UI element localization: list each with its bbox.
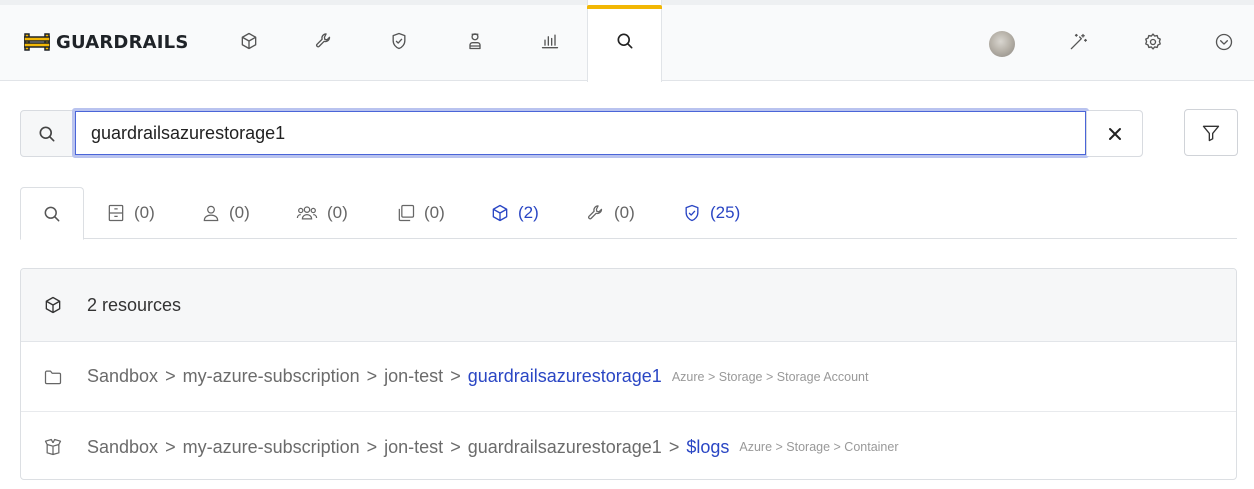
tab-count: (0) [327, 203, 348, 222]
brand[interactable]: GUARDRAILS [24, 31, 189, 53]
top-nav: GUARDRAILS [0, 0, 1254, 82]
open-box-icon [44, 438, 62, 456]
bar-chart-icon [541, 34, 558, 48]
tab-groups[interactable]: (0) [295, 187, 348, 239]
breadcrumb-item[interactable]: jon-test [384, 366, 443, 386]
person-icon [468, 32, 481, 49]
tab-resources[interactable]: (2) [490, 187, 539, 239]
folder-icon [44, 370, 62, 384]
filter-icon [1202, 125, 1220, 141]
clear-search-button[interactable] [1086, 111, 1142, 156]
shield-check-icon [392, 32, 405, 49]
list-item[interactable]: Sandbox > my-azure-subscription > jon-test > g… [21, 342, 1236, 412]
filter-button[interactable] [1184, 109, 1238, 156]
nav-policies[interactable] [361, 0, 436, 81]
avatar[interactable] [989, 31, 1015, 57]
filing-cabinet-icon [108, 204, 124, 222]
search-bar [20, 108, 1143, 158]
tab-all[interactable] [20, 187, 84, 240]
search-icon [21, 111, 73, 156]
search-icon [617, 33, 632, 49]
user-icon [203, 205, 219, 222]
list-item[interactable]: Sandbox > my-azure-subscription > jon-test > g… [21, 412, 1236, 479]
shield-check-icon [685, 204, 699, 222]
close-icon [1108, 127, 1121, 140]
tab-policies[interactable]: (25) [682, 187, 740, 239]
account-menu-button[interactable] [1212, 30, 1236, 54]
nav-search[interactable] [587, 0, 662, 82]
guardrails-logo-icon [24, 33, 50, 51]
users-icon [296, 206, 318, 220]
breadcrumb-item[interactable]: Sandbox [87, 366, 158, 386]
breadcrumb-item[interactable]: jon-test [384, 437, 443, 457]
cube-icon [241, 32, 256, 49]
settings-button[interactable] [1141, 30, 1165, 54]
nav-actors[interactable] [437, 0, 512, 81]
tab-count: (2) [518, 203, 539, 222]
tab-count: (0) [614, 203, 635, 222]
breadcrumb-item[interactable]: guardrailsazurestorage1 [468, 437, 662, 457]
resource-link[interactable]: guardrailsazurestorage1 [468, 366, 662, 386]
results-header: 2 resources [21, 269, 1236, 342]
nav-reports[interactable] [512, 0, 587, 81]
resource-link[interactable]: $logs [686, 437, 729, 457]
breadcrumb-item[interactable]: my-azure-subscription [183, 366, 360, 386]
resource-type: Azure > Storage > Storage Account [671, 369, 869, 384]
tab-users[interactable]: (0) [201, 187, 250, 239]
tab-controls[interactable]: (0) [586, 187, 635, 239]
cube-icon [45, 296, 61, 314]
tab-copies[interactable]: (0) [396, 187, 445, 239]
copy-icon [398, 204, 415, 222]
wrench-icon [588, 205, 603, 220]
cube-icon [492, 204, 508, 222]
breadcrumb-item[interactable]: Sandbox [87, 437, 158, 457]
results-count: 2 resources [87, 294, 182, 315]
result-type-tabs: (0) (0) (0) (0) (2) (0) (25) [20, 187, 1237, 240]
chevron-down-circle-icon [1215, 33, 1233, 51]
tab-count: (0) [134, 203, 155, 222]
tab-count: (0) [229, 203, 250, 222]
search-icon [44, 206, 60, 221]
brand-name: GUARDRAILS [56, 31, 189, 53]
wrench-icon [315, 32, 330, 47]
nav-controls[interactable] [286, 0, 361, 81]
results-panel: 2 resources Sandbox > my-azure-subscriptio… [20, 268, 1237, 480]
resource-type: Azure > Storage > Container [739, 440, 899, 454]
tab-count: (25) [710, 203, 741, 222]
gear-icon [1145, 33, 1161, 50]
magic-wand-button[interactable] [1066, 30, 1090, 54]
nav-resources[interactable] [211, 0, 286, 81]
search-input[interactable] [72, 108, 1089, 158]
breadcrumb-item[interactable]: my-azure-subscription [183, 437, 360, 457]
tab-count: (0) [424, 203, 445, 222]
tab-cabinets[interactable]: (0) [106, 187, 155, 239]
breadcrumb: Sandbox > my-azure-subscription > jon-test > g… [87, 366, 662, 386]
breadcrumb: Sandbox > my-azure-subscription > jon-test > g… [87, 436, 730, 457]
magic-wand-icon [1070, 33, 1087, 50]
